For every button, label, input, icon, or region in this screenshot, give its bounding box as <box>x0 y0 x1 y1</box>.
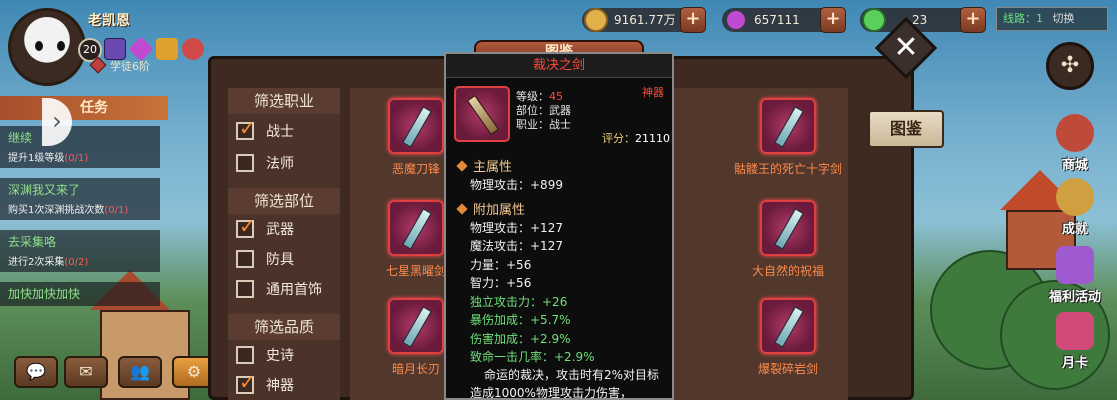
mail-button[interactable]: ✉ <box>64 356 108 388</box>
friends-button[interactable]: 👥 <box>118 356 162 388</box>
quest-item[interactable]: 去采集咯 进行2次采集(0/2) <box>0 230 160 272</box>
checkbox-icon <box>236 154 254 172</box>
item-name: 爆裂碎岩剑 <box>757 362 818 376</box>
item-card[interactable]: 骷髅王的死亡十字剑 <box>728 92 848 182</box>
filter-job-mage[interactable]: 法师 <box>236 154 294 174</box>
filter-quality-epic[interactable]: 史诗 <box>236 346 294 366</box>
month-card-icon <box>1056 312 1094 350</box>
gem-currency: 657111 + <box>722 7 846 33</box>
tooltip-title: 裁决之剑 <box>446 54 672 78</box>
line-switch-label: 切换 <box>1052 12 1075 25</box>
gold-coin-icon <box>584 8 608 32</box>
quest-desc: 进行2次采集(0/2) <box>8 257 89 268</box>
checkbox-icon <box>236 346 254 364</box>
tab-collection[interactable]: 图鉴 <box>868 110 944 148</box>
sword-icon <box>454 86 510 142</box>
sword-icon <box>388 98 444 154</box>
item-card[interactable]: 爆裂碎岩剑 <box>728 292 848 382</box>
filter-slot-armor[interactable]: 防具 <box>236 250 294 270</box>
diamond-bullet-icon <box>456 160 468 172</box>
side-menu-achievement[interactable]: 成就 <box>1040 178 1110 237</box>
item-name: 大自然的祝福 <box>751 264 824 278</box>
rank-gem-icon <box>89 56 107 74</box>
crown-icon[interactable] <box>156 38 178 60</box>
extra-stat: 物理攻击：+127 <box>470 221 563 235</box>
extra-stat: 力量：+56 <box>470 258 532 272</box>
add-stamina-button[interactable]: + <box>960 7 986 33</box>
checkbox-checked-icon <box>236 216 256 238</box>
quest-desc: 提升1级等级(0/1) <box>8 153 89 164</box>
extra-stat: 魔法攻击：+127 <box>470 239 563 253</box>
gem-value: 657111 <box>754 13 800 27</box>
filter-quality-title: 筛选品质 <box>228 314 340 340</box>
menu-toggle-icon[interactable]: ✣ <box>1046 42 1094 90</box>
gem-icon <box>723 7 749 33</box>
extra-stat: 致命一击几率：+2.9% <box>470 350 595 364</box>
item-tooltip: 裁决之剑 神器 等级：45 部位：武器 职业：战士 评分：21110 主属性 物… <box>444 52 674 400</box>
tooltip-description: 命运的裁决，攻击时有2%对目标造成1000%物理攻击力伤害， <box>470 368 660 400</box>
extra-attr-title: 附加属性 <box>456 199 525 218</box>
close-icon: ✕ <box>893 30 919 65</box>
sword-icon <box>760 298 816 354</box>
side-menu-monthcard[interactable]: 月卡 <box>1040 312 1110 371</box>
quest-item[interactable]: 加快加快加快 <box>0 282 160 306</box>
gold-currency: 9161.77万 + <box>582 7 706 33</box>
line-value: 1 <box>1036 12 1043 25</box>
filter-slot-weapon[interactable]: 武器 <box>236 216 294 240</box>
item-name: 骷髅王的死亡十字剑 <box>733 162 842 176</box>
extra-stat: 伤害加成：+2.9% <box>470 332 571 346</box>
item-card[interactable]: 大自然的祝福 <box>728 194 848 284</box>
filter-slot-accessory[interactable]: 通用首饰 <box>236 280 322 300</box>
vip-icon[interactable] <box>104 38 126 60</box>
quest-title: 去采集咯 <box>8 235 57 249</box>
main-attr-title: 主属性 <box>456 156 512 175</box>
tooltip-score: 评分：21110 <box>602 132 670 145</box>
rank-label: 学徒6阶 <box>110 60 150 73</box>
checkbox-icon <box>236 280 254 298</box>
player-name: 老凯恩 <box>88 13 130 29</box>
sword-icon <box>388 200 444 256</box>
heart-icon <box>862 8 886 32</box>
diamond-bullet-icon <box>456 203 468 215</box>
gold-value: 9161.77万 <box>614 13 676 27</box>
quest-title: 深渊我又来了 <box>8 183 81 197</box>
side-menu-welfare[interactable]: 福利活动 <box>1040 246 1110 305</box>
shop-icon <box>1056 114 1094 152</box>
chat-button[interactable]: 💬 <box>14 356 58 388</box>
gift-icon <box>1056 246 1094 284</box>
add-gem-button[interactable]: + <box>820 7 846 33</box>
sword-icon <box>760 200 816 256</box>
quest-desc: 购买1次深渊挑战次数(0/1) <box>8 205 129 216</box>
sword-icon <box>760 98 816 154</box>
extra-stat: 独立攻击力：+26 <box>470 295 568 309</box>
achievement-icon <box>1056 178 1094 216</box>
quest-item[interactable]: 继续 提升1级等级(0/1) <box>0 126 160 168</box>
quest-title: 继续 <box>8 131 33 145</box>
extra-stat: 智力：+56 <box>470 276 532 290</box>
side-menu-shop[interactable]: 商城 <box>1040 114 1110 173</box>
filter-job-title: 筛选职业 <box>228 88 340 114</box>
checkbox-icon <box>236 250 254 268</box>
quest-item[interactable]: 深渊我又来了 购买1次深渊挑战次数(0/1) <box>0 178 160 220</box>
tooltip-job: 职业：战士 <box>516 118 571 131</box>
checkbox-checked-icon <box>236 118 256 140</box>
sword-icon <box>388 298 444 354</box>
quest-tab[interactable]: 任务 <box>0 96 168 120</box>
player-avatar[interactable] <box>8 8 86 86</box>
tooltip-rarity: 神器 <box>642 86 664 99</box>
filter-job-warrior[interactable]: 战士 <box>236 118 294 142</box>
line-label: 线路： <box>1003 12 1036 25</box>
extra-stat: 暴伤加成：+5.7% <box>470 313 571 327</box>
filter-slot-title: 筛选部位 <box>228 188 340 214</box>
add-gold-button[interactable]: + <box>680 7 706 33</box>
line-switch[interactable]: 线路：1 切换 <box>996 7 1108 31</box>
filter-quality-artifact[interactable]: 神器 <box>236 372 294 396</box>
heart-badge-icon[interactable] <box>182 38 204 60</box>
main-stat: 物理攻击：+899 <box>470 178 563 192</box>
player-rank: 学徒6阶 <box>89 56 150 74</box>
checkbox-checked-icon <box>236 372 256 394</box>
quest-title: 加快加快加快 <box>8 287 81 301</box>
